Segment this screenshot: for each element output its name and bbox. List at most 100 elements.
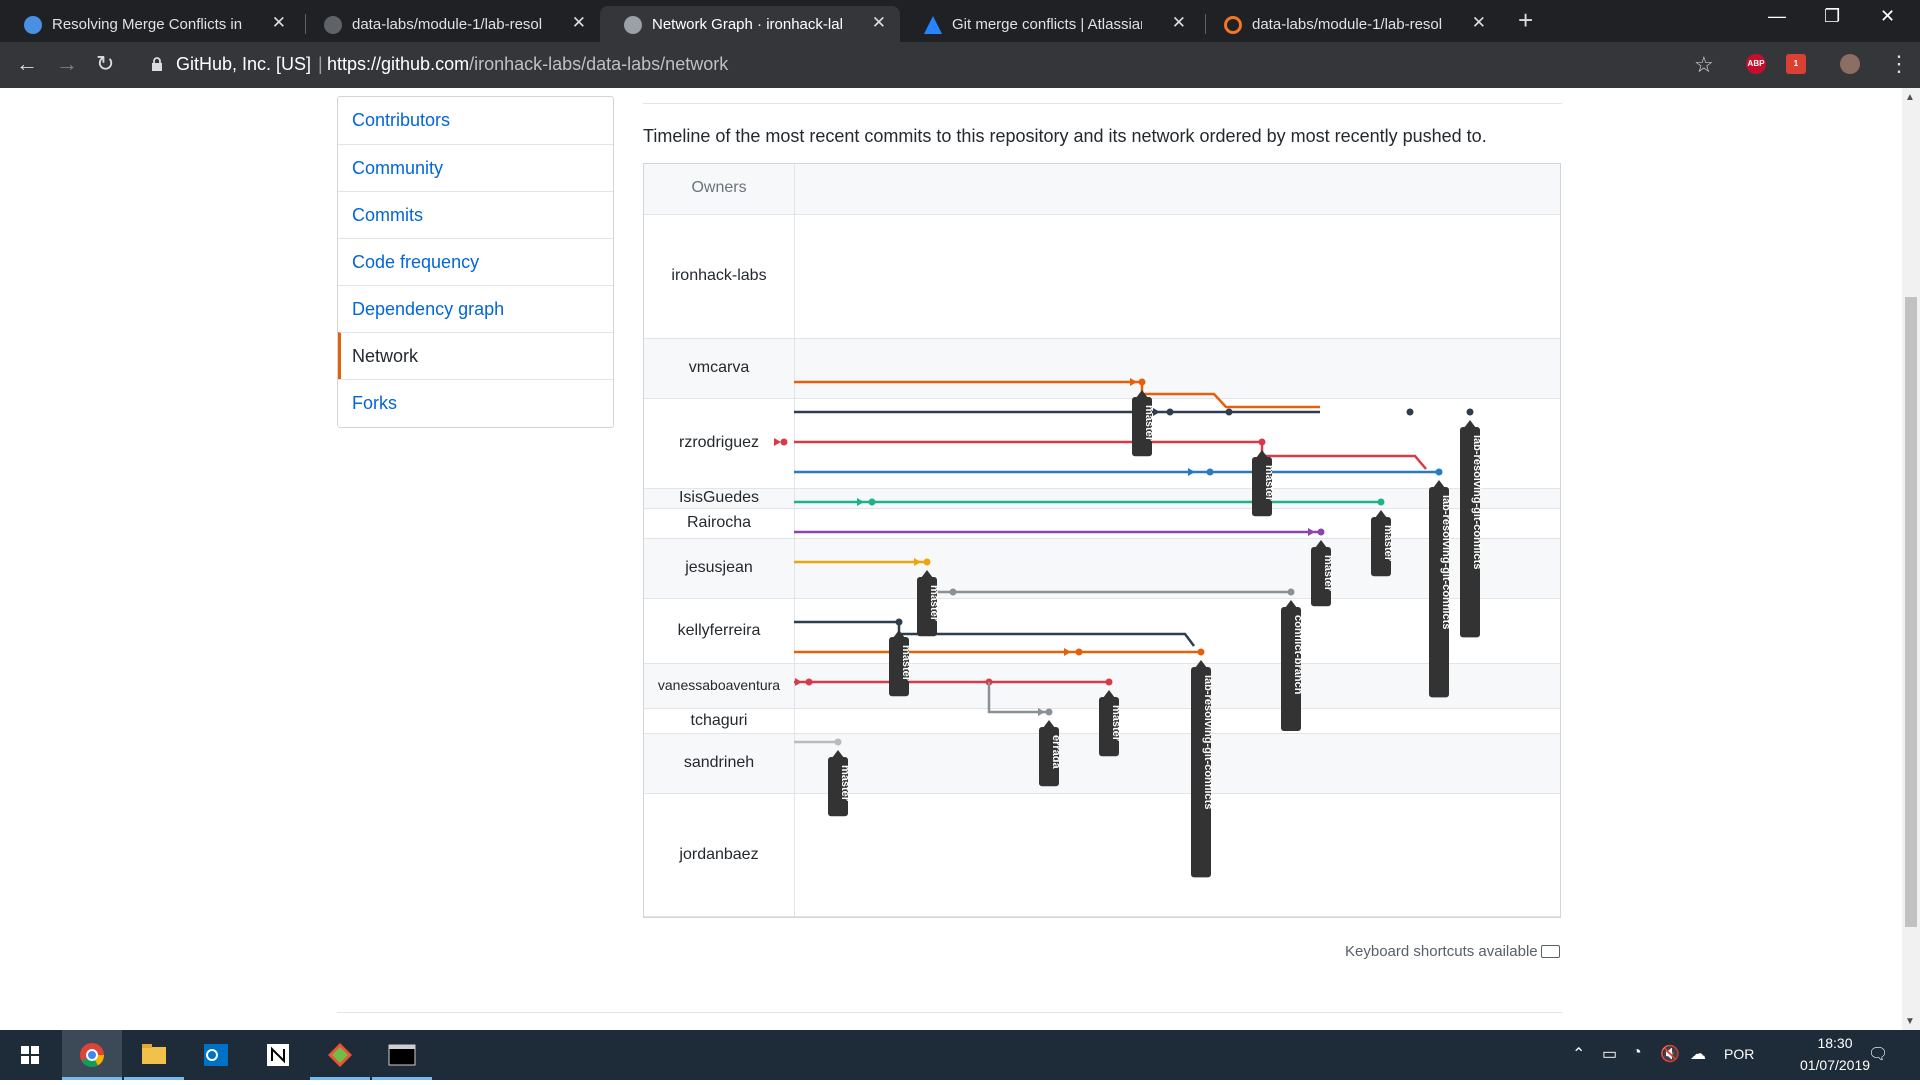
- commit-dot[interactable]: [805, 678, 813, 686]
- tab-3[interactable]: Git merge conflicts | Atlassian Gi ✕: [900, 6, 1200, 42]
- close-icon[interactable]: ✕: [572, 13, 586, 33]
- commit-dot[interactable]: [1206, 468, 1214, 476]
- clock-time[interactable]: 18:30: [1790, 1035, 1880, 1051]
- branch-label-pointer: [1464, 420, 1476, 428]
- sidebar-item-commits[interactable]: Commits: [338, 191, 613, 238]
- tab-1[interactable]: data-labs/module-1/lab-resolvin ✕: [300, 6, 600, 42]
- sidebar-item-network[interactable]: Network: [338, 332, 613, 379]
- keyboard-icon[interactable]: [1541, 945, 1560, 958]
- scroll-up-icon[interactable]: ▲: [1905, 92, 1915, 103]
- address-bar[interactable]: https://github.com/ironhack-labs/data-la…: [327, 54, 728, 75]
- browser-toolbar: ← → ↻ GitHub, Inc. [US] | https://github…: [0, 42, 1920, 88]
- mute-icon[interactable]: 🔇: [1660, 1044, 1680, 1064]
- close-icon[interactable]: ✕: [1172, 13, 1186, 33]
- clock-date[interactable]: 01/07/2019: [1790, 1057, 1880, 1073]
- commit-dot[interactable]: [895, 618, 903, 626]
- outlook-icon[interactable]: [186, 1030, 246, 1080]
- branch-label-text: master: [1382, 525, 1394, 562]
- browser-menu-icon[interactable]: ⋮: [1888, 51, 1910, 77]
- close-icon[interactable]: ✕: [272, 13, 286, 33]
- close-icon[interactable]: ✕: [872, 13, 886, 33]
- git-gui-icon[interactable]: [310, 1030, 370, 1080]
- branch-label-pointer: [1285, 600, 1297, 608]
- sidebar-item-forks[interactable]: Forks: [338, 379, 613, 426]
- sidebar-item-code-frequency[interactable]: Code frequency: [338, 238, 613, 285]
- url-path: /ironhack-labs/data-labs/network: [469, 54, 729, 74]
- sidebar-item-contributors[interactable]: Contributors: [338, 97, 613, 144]
- branch-label-pointer: [1315, 540, 1327, 548]
- merge-arrow: [1130, 378, 1137, 386]
- scroll-down-icon[interactable]: ▼: [1905, 1016, 1915, 1027]
- notion-icon[interactable]: [248, 1030, 308, 1080]
- chrome-icon[interactable]: [62, 1030, 122, 1080]
- network-graph[interactable]: Owners ironhack-labs vmcarva rzrodriguez Is…: [643, 163, 1561, 918]
- insights-sidebar: Contributors Community Commits Code freq…: [337, 96, 614, 428]
- terminal-icon[interactable]: [372, 1030, 432, 1080]
- merge-arrow: [857, 498, 864, 506]
- restore-icon[interactable]: ❐: [1824, 6, 1840, 27]
- network-graph-canvas[interactable]: master lab-resolving-git-conflicts master l…: [644, 164, 1560, 917]
- branch-label-text: lab-resolving-git-conflicts: [1471, 435, 1483, 569]
- branch-line: [1260, 442, 1427, 470]
- forward-icon[interactable]: →: [56, 51, 78, 77]
- todoist-icon[interactable]: 1: [1786, 54, 1806, 74]
- commit-dot[interactable]: [868, 498, 876, 506]
- commit-dot[interactable]: [834, 738, 842, 746]
- adblock-icon[interactable]: ABP: [1746, 54, 1766, 74]
- commit-dot[interactable]: [923, 558, 931, 566]
- reload-icon[interactable]: ↻: [96, 51, 114, 77]
- commit-dot[interactable]: [1075, 648, 1083, 656]
- commit-dot[interactable]: [1287, 588, 1295, 596]
- language-indicator[interactable]: POR: [1724, 1046, 1754, 1062]
- commit-dot[interactable]: [1406, 408, 1414, 416]
- merge-arrow: [1308, 528, 1315, 536]
- commit-dot[interactable]: [949, 588, 957, 596]
- scrollbar-thumb[interactable]: [1905, 297, 1917, 927]
- tab-title: data-labs/module-1/lab-resolvin: [1252, 15, 1442, 33]
- commit-dot[interactable]: [780, 438, 788, 446]
- footer-divider: [337, 1012, 1563, 1013]
- branch-label-text: master: [1110, 705, 1122, 742]
- commit-dot[interactable]: [1105, 678, 1113, 686]
- close-icon[interactable]: ✕: [1472, 13, 1486, 33]
- tab-4[interactable]: data-labs/module-1/lab-resolvin ✕: [1200, 6, 1500, 42]
- git-course-icon: [24, 16, 42, 34]
- branch-label-text: master: [1322, 555, 1334, 592]
- sidebar-item-community[interactable]: Community: [338, 144, 613, 191]
- sidebar-item-dependency-graph[interactable]: Dependency graph: [338, 285, 613, 332]
- minimize-icon[interactable]: —: [1768, 6, 1786, 27]
- commit-dot[interactable]: [1166, 408, 1174, 416]
- merge-arrow: [795, 678, 802, 686]
- branch-label-text: master: [900, 645, 912, 682]
- keyboard-shortcuts-hint[interactable]: Keyboard shortcuts available: [1345, 943, 1538, 960]
- battery-icon[interactable]: ▭: [1602, 1044, 1617, 1064]
- site-identity[interactable]: GitHub, Inc. [US]: [176, 54, 311, 75]
- notifications-icon[interactable]: 🗨: [1868, 1044, 1888, 1064]
- window-close-icon[interactable]: ✕: [1880, 6, 1895, 27]
- commit-dot[interactable]: [1045, 708, 1053, 716]
- commit-dot[interactable]: [1197, 648, 1205, 656]
- commit-dot[interactable]: [1466, 408, 1474, 416]
- tab-title: Git merge conflicts | Atlassian Gi: [952, 15, 1142, 33]
- branch-line: [1140, 382, 1320, 409]
- bookmark-star-icon[interactable]: ☆: [1694, 52, 1714, 78]
- commit-dot[interactable]: [1317, 528, 1325, 536]
- commit-dot[interactable]: [1138, 378, 1146, 386]
- tab-2[interactable]: Network Graph · ironhack-labs/d ✕: [600, 6, 900, 42]
- file-explorer-icon[interactable]: [124, 1030, 184, 1080]
- profile-avatar-icon[interactable]: [1840, 54, 1860, 74]
- merge-arrow: [774, 438, 781, 446]
- wifi-icon[interactable]: ◔: [1632, 1044, 1642, 1062]
- commit-dot[interactable]: [1225, 408, 1233, 416]
- merge-arrow: [914, 558, 921, 566]
- commit-dot[interactable]: [1435, 468, 1443, 476]
- chevron-up-icon[interactable]: ⌃: [1572, 1044, 1585, 1064]
- cloud-icon[interactable]: ☁: [1690, 1044, 1706, 1064]
- tab-0[interactable]: Resolving Merge Conflicts in Git | ✕: [0, 6, 300, 42]
- commit-dot[interactable]: [1377, 498, 1385, 506]
- new-tab-icon[interactable]: +: [1518, 7, 1533, 33]
- url-origin: https://github.com: [327, 54, 470, 74]
- back-icon[interactable]: ←: [16, 51, 38, 77]
- windows-start-icon[interactable]: [0, 1030, 60, 1080]
- lock-icon[interactable]: [151, 57, 163, 77]
